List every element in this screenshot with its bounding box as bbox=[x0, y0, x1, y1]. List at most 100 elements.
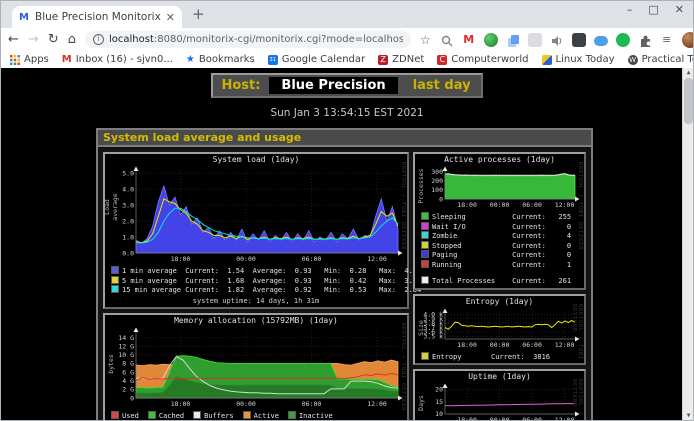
svg-text:14 G: 14 G bbox=[118, 333, 134, 341]
legend-text: Sleeping Current: 255 bbox=[432, 213, 571, 221]
rrdtool-watermark: RRDTOOL / TOBI OETIKER bbox=[400, 162, 406, 250]
bookmark-bookmarks[interactable]: ★ Bookmarks bbox=[186, 54, 255, 65]
pages-extension-icon[interactable] bbox=[506, 33, 520, 47]
window-close-button[interactable]: ✕ bbox=[675, 3, 684, 16]
legend-text: Buffers bbox=[204, 412, 234, 420]
new-tab-button[interactable]: + bbox=[192, 5, 205, 23]
bookmark-star-icon[interactable]: ☆ bbox=[420, 33, 431, 47]
reload-button[interactable]: ↻ bbox=[48, 33, 59, 46]
window-maximize-button[interactable]: □ bbox=[648, 3, 658, 16]
svg-text:2 G: 2 G bbox=[122, 385, 134, 393]
home-button[interactable]: ⌂ bbox=[68, 33, 76, 46]
bookmark-label: Linux Today bbox=[556, 54, 615, 65]
legend-row: Total Processes Current: 261 bbox=[421, 276, 578, 286]
period-selector[interactable]: last day bbox=[407, 78, 477, 93]
chart-title: Entropy (1day) bbox=[415, 297, 584, 307]
url-bar[interactable]: i localhost:8080/monitorix-cgi/monitorix… bbox=[85, 31, 411, 48]
section-title: System load average and usage bbox=[98, 130, 591, 147]
legend-text: 15 min average Current: 1.82 Average: 0.… bbox=[122, 286, 421, 294]
url-text[interactable]: localhost:8080/monitorix-cgi/monitorix.c… bbox=[109, 34, 403, 45]
chart-ylabel: bytes bbox=[107, 344, 115, 384]
svg-text:8 G: 8 G bbox=[122, 359, 134, 367]
bookmark-google-calendar[interactable]: 31 Google Calendar bbox=[268, 54, 365, 65]
green-circle-extension-icon[interactable] bbox=[616, 33, 630, 47]
svg-text:00:00: 00:00 bbox=[489, 201, 509, 209]
bookmark-label: Practical Technol... bbox=[642, 54, 694, 65]
legend-row: Zombie Current: 4 bbox=[421, 231, 578, 241]
svg-text:5.0: 5.0 bbox=[122, 170, 134, 178]
legend-text: Running Current: 1 bbox=[432, 261, 571, 269]
blue-pill-extension-icon[interactable] bbox=[594, 36, 608, 46]
rrdtool-watermark: RRDTOOL / TOBI OETIKER bbox=[571, 304, 583, 364]
svg-text:18:00: 18:00 bbox=[171, 255, 191, 263]
legend-text: Paging Current: 0 bbox=[432, 251, 571, 259]
bookmark-linux-today[interactable]: Linux Today bbox=[542, 54, 615, 65]
svg-text:0: 0 bbox=[439, 195, 443, 203]
svg-text:18:00: 18:00 bbox=[171, 400, 191, 408]
svg-text:12:00: 12:00 bbox=[367, 400, 387, 408]
legend-swatch bbox=[421, 250, 429, 258]
svg-text:00:00: 00:00 bbox=[236, 400, 256, 408]
forward-button[interactable]: → bbox=[28, 33, 39, 46]
svg-text:15: 15 bbox=[435, 398, 443, 406]
svg-text:300: 300 bbox=[431, 168, 443, 176]
chart-legend: Sleeping Current: 255Wait I/O Current: 0… bbox=[415, 211, 584, 286]
chart-legend: Entropy Current: 3816 bbox=[415, 351, 584, 362]
legend-text: Used bbox=[122, 412, 139, 420]
browser-tab[interactable]: M Blue Precision Monitorix ✕ bbox=[12, 6, 182, 28]
legend-text: Total Processes Current: 261 bbox=[432, 277, 571, 285]
legend-row: Sleeping Current: 255 bbox=[421, 212, 578, 222]
svg-text:4 G: 4 G bbox=[122, 377, 134, 385]
svg-text:10: 10 bbox=[435, 410, 443, 418]
back-button[interactable]: ← bbox=[8, 33, 19, 46]
chart-legend: 1 min average Current: 1.54 Average: 0.9… bbox=[105, 265, 407, 295]
bookmark-computerworld[interactable]: C Computerworld bbox=[437, 54, 528, 65]
window-minimize-button[interactable]: – bbox=[627, 3, 633, 16]
scrollbar-up-arrow[interactable]: ▲ bbox=[683, 68, 694, 78]
chart-plot: 20151018:0000:0006:0012:00 bbox=[417, 382, 583, 421]
page-info-icon[interactable]: i bbox=[93, 34, 104, 45]
svg-text:12 G: 12 G bbox=[118, 342, 134, 350]
bookmark-apps[interactable]: Apps bbox=[10, 54, 49, 65]
profile-avatar[interactable] bbox=[682, 32, 694, 48]
svg-text:06:00: 06:00 bbox=[302, 255, 322, 263]
legend-swatch bbox=[421, 241, 429, 249]
chart-ylabel: Size bbox=[417, 308, 425, 348]
grey-square-extension-icon[interactable] bbox=[528, 33, 542, 47]
legend-swatch bbox=[111, 285, 119, 293]
legend-row: Inactive bbox=[288, 411, 333, 421]
scrollbar-down-arrow[interactable]: ▼ bbox=[683, 411, 694, 421]
legend-text: 1 min average Current: 1.54 Average: 0.9… bbox=[122, 267, 421, 275]
bookmark-label: Apps bbox=[24, 54, 49, 65]
bookmark-zdnet[interactable]: Z ZDNet bbox=[378, 54, 424, 65]
svg-text:10 G: 10 G bbox=[118, 351, 134, 359]
gmail-extension-icon[interactable]: M bbox=[462, 33, 476, 47]
chart-plot: 4.0 k3.9 k3.8 k3.7 k3.6 k3.5 k18:0000:00… bbox=[417, 307, 583, 351]
extensions-puzzle-icon[interactable] bbox=[638, 33, 652, 47]
legend-row: Stopped Current: 0 bbox=[421, 241, 578, 251]
legend-swatch bbox=[111, 276, 119, 284]
uptime-panel: Days Uptime (1day) 20151018:0000:0006:00… bbox=[413, 369, 586, 421]
chart-ylabel: Load average bbox=[103, 187, 119, 227]
search-extension-icon[interactable] bbox=[440, 33, 454, 47]
legend-swatch bbox=[193, 411, 201, 419]
legend-swatch bbox=[421, 276, 429, 284]
scrollbar-thumb[interactable] bbox=[684, 78, 693, 124]
bookmark-practical-technology[interactable]: W Practical Technol... bbox=[628, 54, 694, 65]
scrollbar[interactable]: ▲ ▼ bbox=[682, 68, 694, 421]
bookmark-inbox[interactable]: M Inbox (16) - sjvn0... bbox=[62, 54, 173, 65]
chart-plot: 14 G12 G10 G8 G6 G4 G2 G018:0000:0006:00… bbox=[106, 326, 406, 410]
green-orb-extension-icon[interactable] bbox=[484, 33, 498, 47]
legend-row: Wait I/O Current: 0 bbox=[421, 222, 578, 232]
svg-text:6 G: 6 G bbox=[122, 368, 134, 376]
tab-close-icon[interactable]: ✕ bbox=[166, 11, 175, 24]
legend-row: Cached bbox=[148, 411, 184, 421]
legend-swatch bbox=[243, 411, 251, 419]
legend-text: Active bbox=[254, 412, 279, 420]
legend-text: Stopped Current: 0 bbox=[432, 242, 571, 250]
dark-square-extension-icon[interactable] bbox=[572, 33, 586, 47]
legend-row: Active bbox=[243, 411, 279, 421]
reading-list-icon[interactable]: ≡ bbox=[660, 33, 674, 47]
speaker-extension-icon[interactable] bbox=[550, 33, 564, 47]
svg-text:100: 100 bbox=[431, 186, 443, 194]
